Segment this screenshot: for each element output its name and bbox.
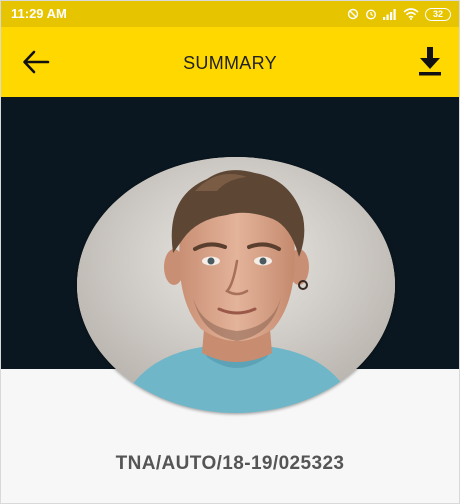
battery-icon: 32 (425, 7, 451, 21)
page-title: SUMMARY (183, 53, 277, 73)
phone-screen: 11:29 AM 32 SUMMARY TNA/AUTO/18-19/02532… (0, 0, 460, 504)
wifi-icon (403, 8, 419, 20)
download-icon[interactable] (417, 45, 443, 77)
alarm-icon (365, 9, 377, 20)
status-icons: 32 (347, 5, 451, 23)
signal-icon (383, 9, 396, 20)
reference-number: TNA/AUTO/18-19/025323 (115, 453, 345, 474)
app-bar: SUMMARY (1, 27, 459, 97)
do-not-disturb-icon (347, 8, 359, 20)
battery-level: 32 (432, 8, 443, 19)
avatar-illustration (77, 157, 395, 413)
status-time: 11:29 AM (11, 6, 67, 21)
status-bar: 11:29 AM 32 (1, 1, 459, 27)
profile-photo (77, 157, 395, 413)
